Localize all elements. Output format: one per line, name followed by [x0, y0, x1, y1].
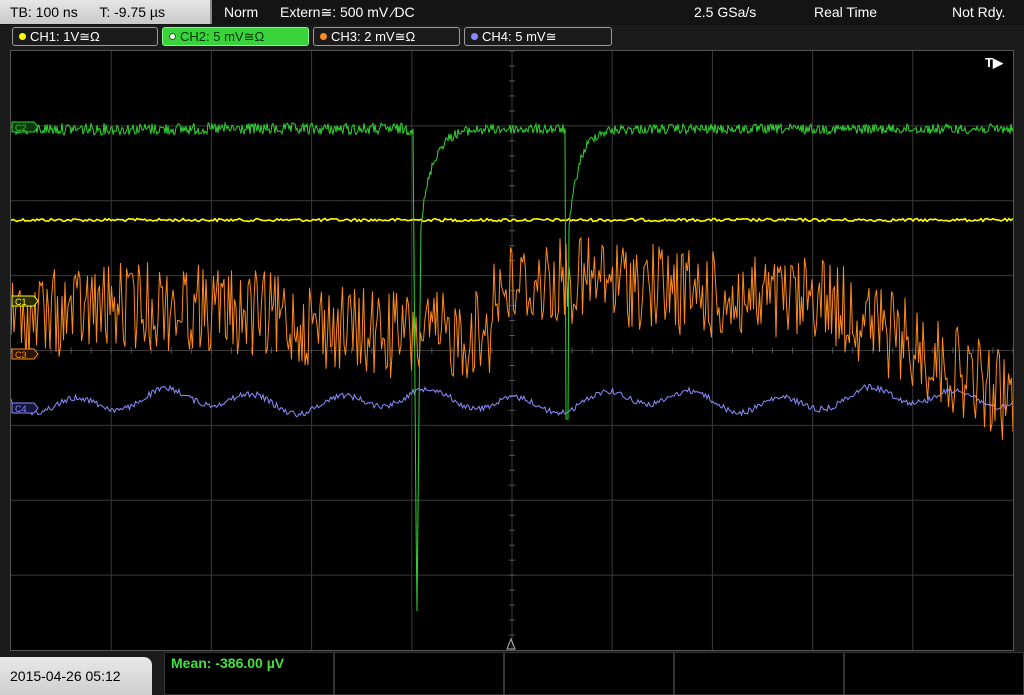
- measurement-cell[interactable]: [334, 652, 504, 695]
- channel-2-button[interactable]: CH2: 5 mV≅Ω: [162, 27, 309, 46]
- trigger-point-icon[interactable]: [506, 637, 516, 650]
- measurement-cell[interactable]: [844, 652, 1024, 695]
- channel-4-marker-label: C4: [15, 404, 27, 414]
- trigger-source[interactable]: Extern≅: 500 mV ⁄DC: [280, 0, 415, 24]
- channel-1-marker[interactable]: C1: [11, 295, 39, 307]
- sample-rate[interactable]: 2.5 GSa/s: [694, 0, 756, 24]
- waveform-canvas: C2 C1 C3 C4 T▶: [11, 51, 1013, 650]
- channel-1-label: CH1: 1V≅Ω: [30, 29, 100, 44]
- measurement-panel: Mean: -386.00 µV: [164, 652, 1024, 695]
- channel-4-marker[interactable]: C4: [11, 402, 39, 414]
- timebase-label: TB: 100 ns: [10, 4, 78, 20]
- timebase-box[interactable]: TB: 100 ns T: -9.75 µs: [0, 0, 212, 24]
- waveform-display[interactable]: C2 C1 C3 C4 T▶: [10, 50, 1014, 651]
- channel-1-dot-icon: [19, 33, 26, 41]
- channel-4-label: CH4: 5 mV≅: [482, 29, 557, 44]
- trigger-mode[interactable]: Norm: [224, 0, 258, 24]
- trigger-position-marker[interactable]: T▶: [985, 55, 1004, 70]
- status-bar: TB: 100 ns T: -9.75 µs Norm Extern≅: 500…: [0, 0, 1024, 25]
- channel-3-marker-label: C3: [15, 350, 27, 360]
- channel-bar: CH1: 1V≅Ω CH2: 5 mV≅Ω CH3: 2 mV≅Ω CH4: 5…: [0, 25, 1024, 49]
- measurement-cell[interactable]: Mean: -386.00 µV: [164, 652, 334, 695]
- channel-2-marker[interactable]: C2: [11, 121, 39, 133]
- measurement-cell[interactable]: [674, 652, 844, 695]
- date-time-label: 2015-04-26 05:12: [10, 668, 121, 684]
- trigger-status: Not Rdy.: [952, 4, 1006, 20]
- measurement-mean: Mean: -386.00 µV: [171, 655, 285, 671]
- channel-3-marker[interactable]: C3: [11, 348, 39, 360]
- channel-4-button[interactable]: CH4: 5 mV≅: [464, 27, 612, 46]
- acquisition-mode[interactable]: Real Time: [814, 0, 877, 24]
- channel-3-dot-icon: [320, 33, 327, 41]
- measurement-cell[interactable]: [504, 652, 674, 695]
- trigger-time-label: T: -9.75 µs: [99, 4, 165, 20]
- channel-3-button[interactable]: CH3: 2 mV≅Ω: [313, 27, 460, 46]
- date-time-box: 2015-04-26 05:12: [0, 657, 152, 695]
- channel-1-button[interactable]: CH1: 1V≅Ω: [12, 27, 158, 46]
- channel-2-marker-label: C2: [15, 123, 27, 133]
- channel-3-label: CH3: 2 mV≅Ω: [331, 29, 416, 44]
- graticule: [11, 51, 1013, 650]
- channel-4-dot-icon: [471, 33, 478, 41]
- channel-1-marker-label: C1: [15, 297, 27, 307]
- channel-2-dot-icon: [169, 33, 176, 41]
- channel-2-label: CH2: 5 mV≅Ω: [180, 29, 265, 44]
